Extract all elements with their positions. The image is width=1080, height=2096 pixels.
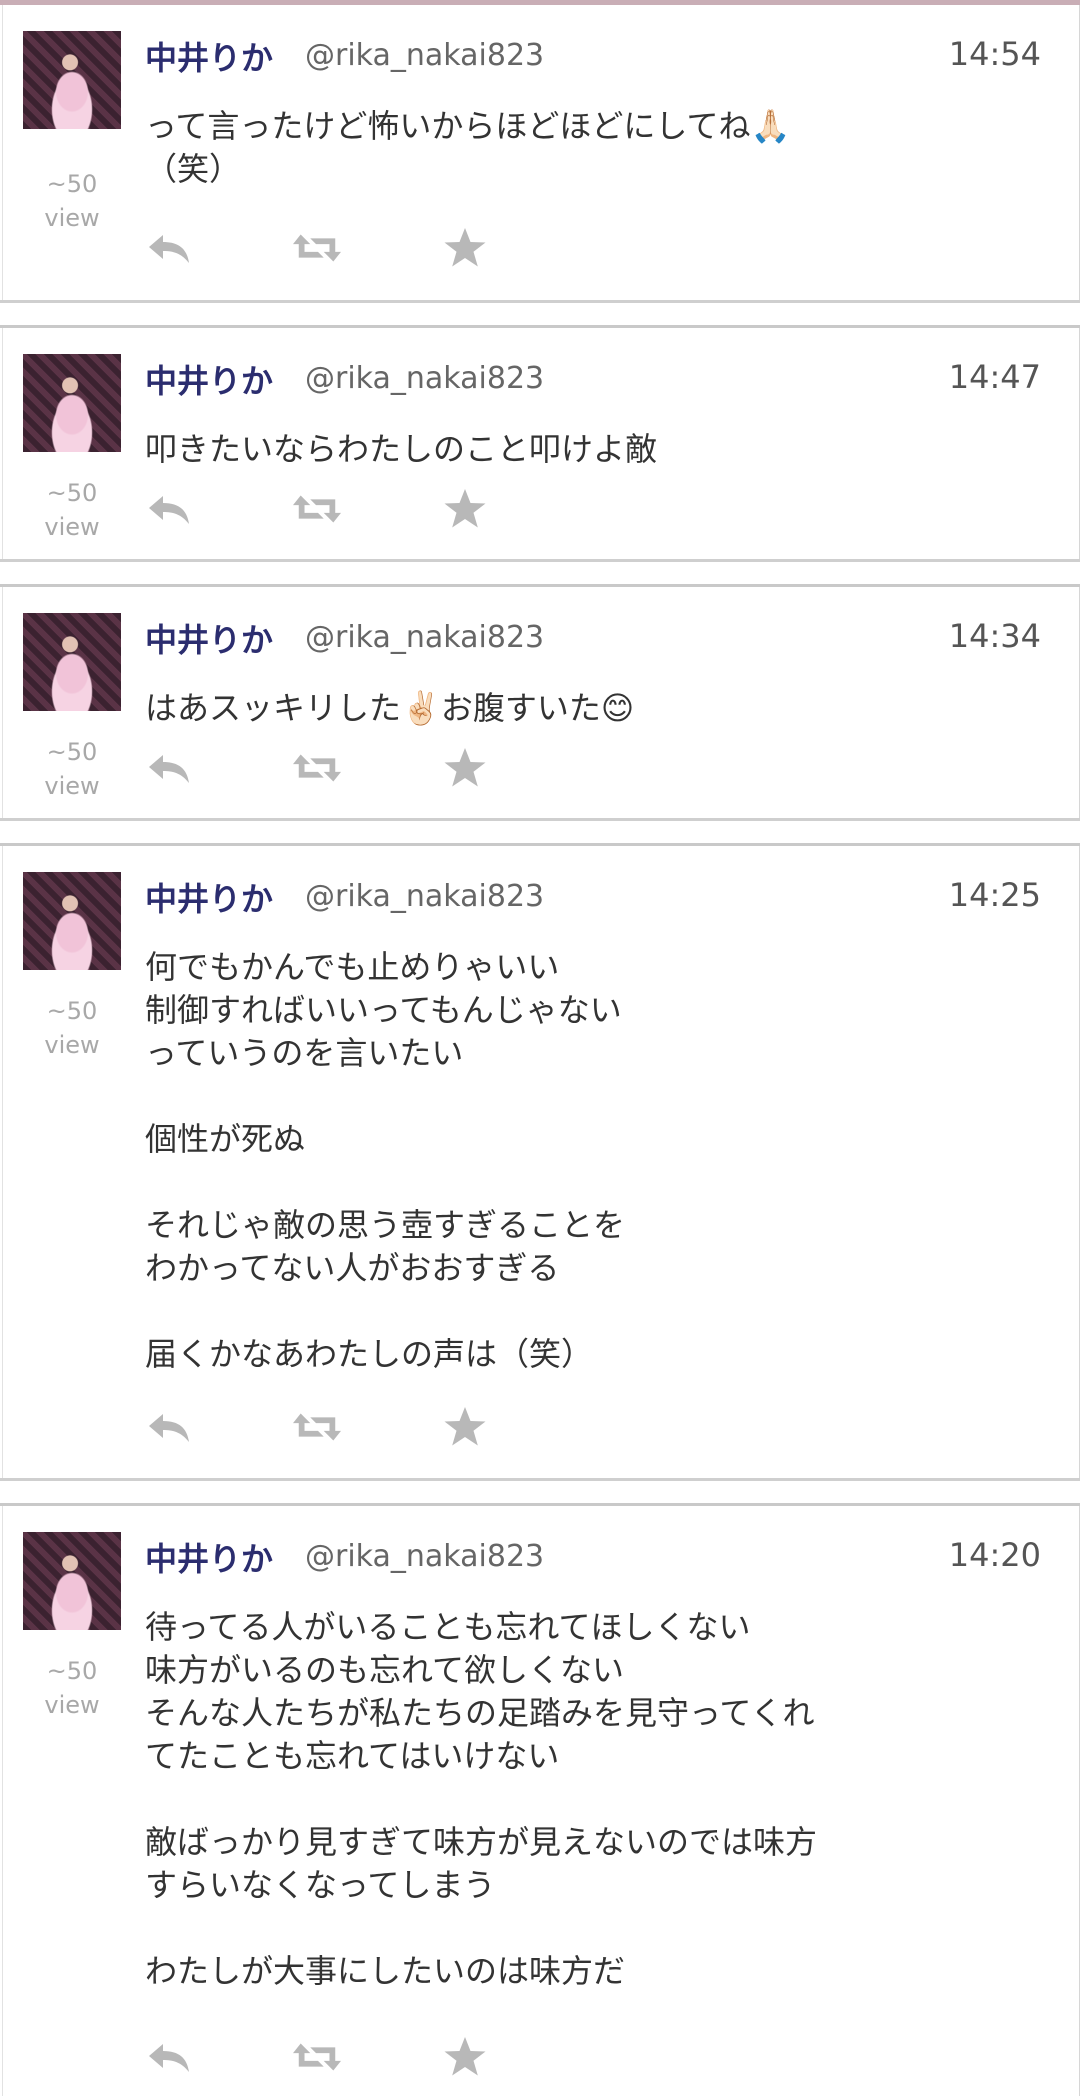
retweet-icon: [293, 495, 341, 523]
view-count-value: ~50: [46, 738, 98, 766]
reply-icon: [149, 235, 189, 263]
reply-icon: [149, 2044, 189, 2072]
reply-button[interactable]: [145, 225, 193, 271]
view-count-value: ~50: [46, 1657, 98, 1685]
reply-button[interactable]: [145, 486, 193, 532]
favorite-button[interactable]: [441, 745, 489, 791]
tweet-text: はあスッキリした✌🏻お腹すいた😊: [145, 689, 635, 727]
retweet-icon: [293, 234, 341, 262]
reply-icon: [149, 496, 189, 524]
view-count-value: ~50: [46, 997, 98, 1025]
reply-icon: [149, 755, 189, 783]
reply-icon: [149, 1414, 189, 1442]
view-count: ~50 view: [23, 476, 121, 544]
view-count-unit: view: [44, 1691, 100, 1719]
favorite-button[interactable]: [441, 2034, 489, 2080]
tweet-text: 待ってる人がいることも忘れてほしくない 味方がいるのも忘れて欲しくない そんな人…: [145, 1608, 818, 1990]
display-name[interactable]: 中井りか: [145, 615, 273, 661]
favorite-button[interactable]: [441, 486, 489, 532]
tweet-text: 叩きたいならわたしのこと叩けよ敵: [145, 430, 658, 468]
tweet-time[interactable]: 14:25: [949, 876, 1041, 914]
tweet-card[interactable]: ~50 view 中井りか @rika_nakai823 14:25 何でもかん…: [2, 846, 1080, 1478]
retweet-button[interactable]: [293, 225, 341, 271]
user-handle[interactable]: @rika_nakai823: [305, 1539, 544, 1574]
user-handle[interactable]: @rika_nakai823: [305, 361, 544, 396]
view-count: ~50 view: [23, 735, 121, 803]
user-handle[interactable]: @rika_nakai823: [305, 620, 544, 655]
retweet-button[interactable]: [293, 1404, 341, 1450]
tweet-card[interactable]: ~50 view 中井りか @rika_nakai823 14:47 叩きたいな…: [2, 328, 1080, 559]
tweet-separator: [0, 1478, 1080, 1506]
tweet-text: って言ったけど怖いからほどほどにしてね🙏🏻 （笑）: [145, 107, 791, 188]
tweet-text: 何でもかんでも止めりゃいい 制御すればいいってもんじゃない っていうのを言いたい…: [145, 948, 626, 1373]
view-count: ~50 view: [23, 1654, 121, 1722]
user-handle[interactable]: @rika_nakai823: [305, 38, 544, 73]
avatar[interactable]: [23, 872, 121, 970]
avatar[interactable]: [23, 354, 121, 452]
tweet-separator: [0, 300, 1080, 328]
avatar[interactable]: [23, 1532, 121, 1630]
retweet-icon: [293, 754, 341, 782]
tweet-card[interactable]: ~50 view 中井りか @rika_nakai823 14:54 って言った…: [2, 5, 1080, 300]
tweet-time[interactable]: 14:20: [949, 1536, 1041, 1574]
view-count-value: ~50: [46, 479, 98, 507]
reply-button[interactable]: [145, 2034, 193, 2080]
reply-button[interactable]: [145, 745, 193, 791]
tweet-time[interactable]: 14:54: [949, 35, 1041, 73]
tweet-separator: [0, 559, 1080, 587]
tweet-card[interactable]: ~50 view 中井りか @rika_nakai823 14:34 はあスッキ…: [2, 587, 1080, 818]
avatar[interactable]: [23, 31, 121, 129]
view-count-unit: view: [44, 513, 100, 541]
reply-button[interactable]: [145, 1404, 193, 1450]
view-count-unit: view: [44, 204, 100, 232]
favorite-button[interactable]: [441, 1404, 489, 1450]
star-icon: [444, 1407, 486, 1446]
display-name[interactable]: 中井りか: [145, 33, 273, 79]
retweet-button[interactable]: [293, 745, 341, 791]
retweet-button[interactable]: [293, 2034, 341, 2080]
tweet-card[interactable]: ~50 view 中井りか @rika_nakai823 14:20 待ってる人…: [2, 1506, 1080, 2096]
display-name[interactable]: 中井りか: [145, 1534, 273, 1580]
star-icon: [444, 748, 486, 787]
user-handle[interactable]: @rika_nakai823: [305, 879, 544, 914]
avatar[interactable]: [23, 613, 121, 711]
view-count: ~50 view: [23, 994, 121, 1062]
retweet-button[interactable]: [293, 486, 341, 532]
view-count-value: ~50: [46, 170, 98, 198]
display-name[interactable]: 中井りか: [145, 874, 273, 920]
retweet-icon: [293, 1413, 341, 1441]
view-count-unit: view: [44, 1031, 100, 1059]
favorite-button[interactable]: [441, 225, 489, 271]
star-icon: [444, 489, 486, 528]
retweet-icon: [293, 2043, 341, 2071]
star-icon: [444, 2037, 486, 2076]
view-count: ~50 view: [23, 167, 121, 235]
star-icon: [444, 228, 486, 267]
display-name[interactable]: 中井りか: [145, 356, 273, 402]
tweet-time[interactable]: 14:34: [949, 617, 1041, 655]
view-count-unit: view: [44, 772, 100, 800]
tweet-time[interactable]: 14:47: [949, 358, 1041, 396]
tweet-separator: [0, 818, 1080, 846]
